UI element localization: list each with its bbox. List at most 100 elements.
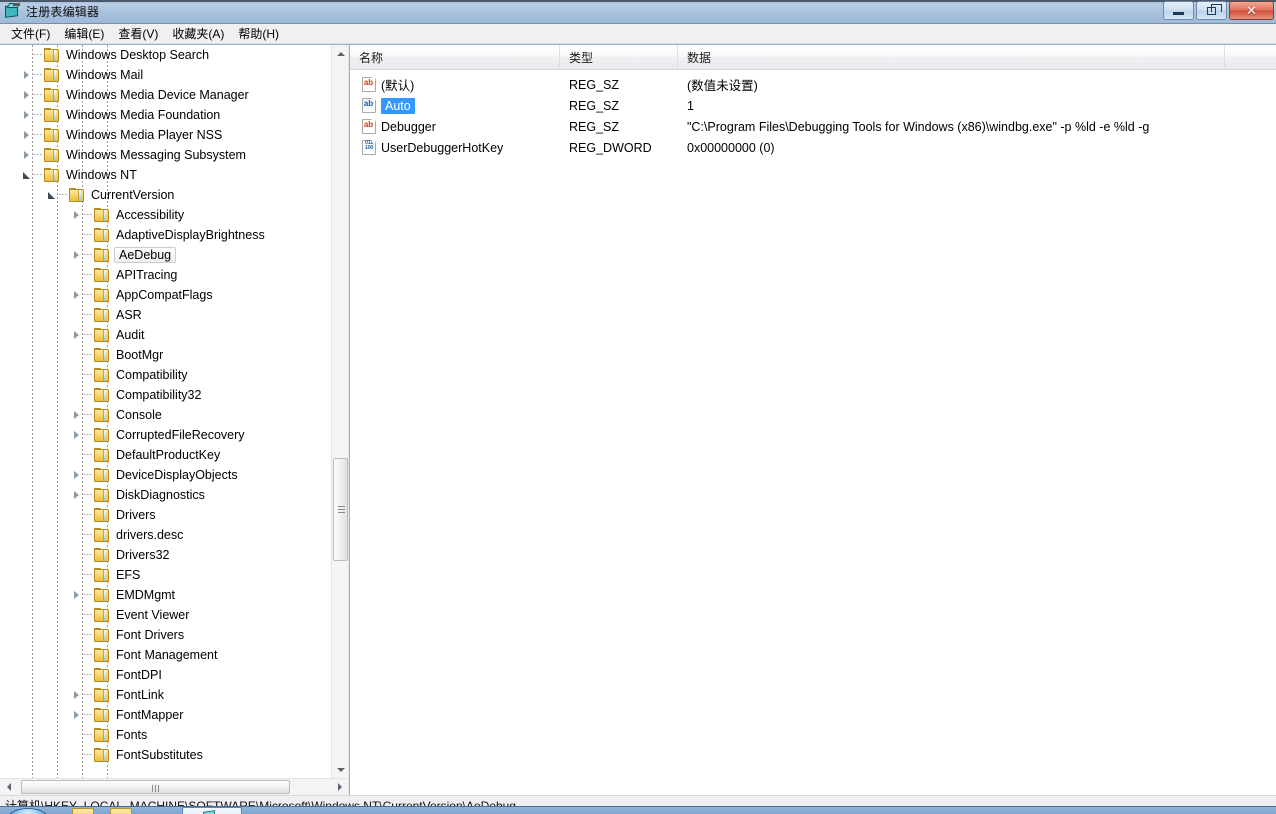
tree-item-label: Accessibility: [116, 208, 185, 222]
tree-item-apitracing[interactable]: APITracing: [0, 265, 331, 285]
tree-item-drivers-desc[interactable]: drivers.desc: [0, 525, 331, 545]
scroll-right-button[interactable]: [331, 779, 348, 796]
tree-connector: [84, 205, 94, 225]
tree-item-asr[interactable]: ASR: [0, 305, 331, 325]
expand-arrow-icon[interactable]: [70, 405, 84, 425]
tree-item-corruptedfilerecovery[interactable]: CorruptedFileRecovery: [0, 425, 331, 445]
tree-item-diskdiagnostics[interactable]: DiskDiagnostics: [0, 485, 331, 505]
menu-edit[interactable]: 编辑(E): [57, 23, 111, 44]
tree-item-fonts[interactable]: Fonts: [0, 725, 331, 745]
tree-item-event-viewer[interactable]: Event Viewer: [0, 605, 331, 625]
column-header-name[interactable]: 名称: [350, 45, 560, 70]
tree-item-font-management[interactable]: Font Management: [0, 645, 331, 665]
expand-arrow-icon[interactable]: [70, 205, 84, 225]
taskbar[interactable]: [0, 806, 1276, 814]
tree-item-windows-mail[interactable]: Windows Mail: [0, 65, 331, 85]
menu-favorites[interactable]: 收藏夹(A): [165, 23, 231, 44]
collapse-arrow-icon[interactable]: [20, 165, 34, 185]
tree-item-font-drivers[interactable]: Font Drivers: [0, 625, 331, 645]
title-bar[interactable]: 注册表编辑器 ✕: [0, 0, 1276, 24]
tree-item-bootmgr[interactable]: BootMgr: [0, 345, 331, 365]
tree-item-fontmapper[interactable]: FontMapper: [0, 705, 331, 725]
tree-item-drivers[interactable]: Drivers: [0, 505, 331, 525]
column-header-type[interactable]: 类型: [560, 45, 678, 70]
expand-arrow-icon[interactable]: [70, 705, 84, 725]
taskbar-icon-explorer[interactable]: [72, 808, 94, 814]
tree-item-console[interactable]: Console: [0, 405, 331, 425]
tree-item-compatibility[interactable]: Compatibility: [0, 365, 331, 385]
expand-arrow-icon[interactable]: [20, 85, 34, 105]
expand-arrow-icon[interactable]: [70, 285, 84, 305]
tree-item-windows-media-foundation[interactable]: Windows Media Foundation: [0, 105, 331, 125]
expand-arrow-icon[interactable]: [70, 425, 84, 445]
collapse-arrow-icon[interactable]: [45, 185, 59, 205]
table-row[interactable]: 011 100 UserDebuggerHotKey REG_DWORD 0x00000…: [350, 137, 1276, 158]
scroll-left-button[interactable]: [0, 779, 17, 796]
start-button-icon[interactable]: [8, 808, 48, 814]
tree-item-accessibility[interactable]: Accessibility: [0, 205, 331, 225]
menu-help[interactable]: 帮助(H): [231, 23, 286, 44]
tree-item-aedebug[interactable]: AeDebug: [0, 245, 331, 265]
folder-icon: [94, 327, 111, 343]
tree-item-fontdpi[interactable]: FontDPI: [0, 665, 331, 685]
tree-item-fontlink[interactable]: FontLink: [0, 685, 331, 705]
maximize-button[interactable]: [1196, 1, 1227, 20]
horizontal-scroll-thumb[interactable]: [21, 779, 290, 794]
tree-connector: [84, 345, 94, 365]
table-row[interactable]: ab (默认) REG_SZ (数值未设置): [350, 74, 1276, 95]
tree-item-adaptivedisplaybrightness[interactable]: AdaptiveDisplayBrightness: [0, 225, 331, 245]
expand-arrow-icon[interactable]: [20, 65, 34, 85]
menu-file[interactable]: 文件(F): [4, 23, 57, 44]
tree-connector: [84, 545, 94, 565]
tree-item-fontsubstitutes[interactable]: FontSubstitutes: [0, 745, 331, 765]
tree-item-devicedisplayobjects[interactable]: DeviceDisplayObjects: [0, 465, 331, 485]
tree-item-defaultproductkey[interactable]: DefaultProductKey: [0, 445, 331, 465]
scroll-down-button[interactable]: [332, 761, 348, 778]
scroll-up-button[interactable]: [332, 45, 348, 62]
taskbar-icon-folder[interactable]: [110, 808, 132, 814]
expand-arrow-icon[interactable]: [20, 145, 34, 165]
tree-item-emdmgmt[interactable]: EMDMgmt: [0, 585, 331, 605]
expand-arrow-icon[interactable]: [70, 585, 84, 605]
expand-arrow-icon[interactable]: [70, 685, 84, 705]
string-value-icon: ab: [362, 119, 376, 134]
tree-item-drivers32[interactable]: Drivers32: [0, 545, 331, 565]
horizontal-scroll-track[interactable]: [17, 779, 331, 796]
close-button[interactable]: ✕: [1229, 1, 1274, 20]
tree-item-currentversion[interactable]: CurrentVersion: [0, 185, 331, 205]
expand-arrow-icon[interactable]: [70, 245, 84, 265]
expand-arrow-icon[interactable]: [20, 125, 34, 145]
menu-view[interactable]: 查看(V): [111, 23, 165, 44]
tree-item-efs[interactable]: EFS: [0, 565, 331, 585]
expand-arrow-icon[interactable]: [20, 105, 34, 125]
vertical-scroll-thumb[interactable]: [333, 458, 348, 561]
column-header-data[interactable]: 数据: [678, 45, 1225, 70]
table-row[interactable]: ab Debugger REG_SZ "C:\Program Files\Debugg…: [350, 116, 1276, 137]
expand-arrow-icon[interactable]: [70, 325, 84, 345]
minimize-button[interactable]: [1163, 1, 1194, 20]
tree-item-compatibility32[interactable]: Compatibility32: [0, 385, 331, 405]
tree-item-windows-nt[interactable]: Windows NT: [0, 165, 331, 185]
tree-horizontal-scrollbar[interactable]: [0, 778, 348, 795]
registry-values-list[interactable]: ab (默认) REG_SZ (数值未设置) ab Auto REG_SZ 1 ab Debugg…: [350, 70, 1276, 795]
tree-item-windows-desktop-search[interactable]: Windows Desktop Search: [0, 45, 331, 65]
value-icon-glyph: ab: [363, 78, 374, 87]
tree-item-appcompatflags[interactable]: AppCompatFlags: [0, 285, 331, 305]
tree-item-audit[interactable]: Audit: [0, 325, 331, 345]
tree-vertical-scrollbar[interactable]: [331, 45, 348, 778]
tree-item-windows-messaging-subsystem[interactable]: Windows Messaging Subsystem: [0, 145, 331, 165]
table-row[interactable]: ab Auto REG_SZ 1: [350, 95, 1276, 116]
expand-arrow-icon[interactable]: [70, 465, 84, 485]
taskbar-window-regedit[interactable]: [182, 807, 242, 814]
expand-arrow-icon[interactable]: [70, 485, 84, 505]
tree-item-windows-media-player-nss[interactable]: Windows Media Player NSS: [0, 125, 331, 145]
registry-tree[interactable]: Windows Desktop Search Windows Mail Window…: [0, 45, 331, 778]
tree-connector: [34, 125, 44, 145]
tree-item-windows-media-device-manager[interactable]: Windows Media Device Manager: [0, 85, 331, 105]
